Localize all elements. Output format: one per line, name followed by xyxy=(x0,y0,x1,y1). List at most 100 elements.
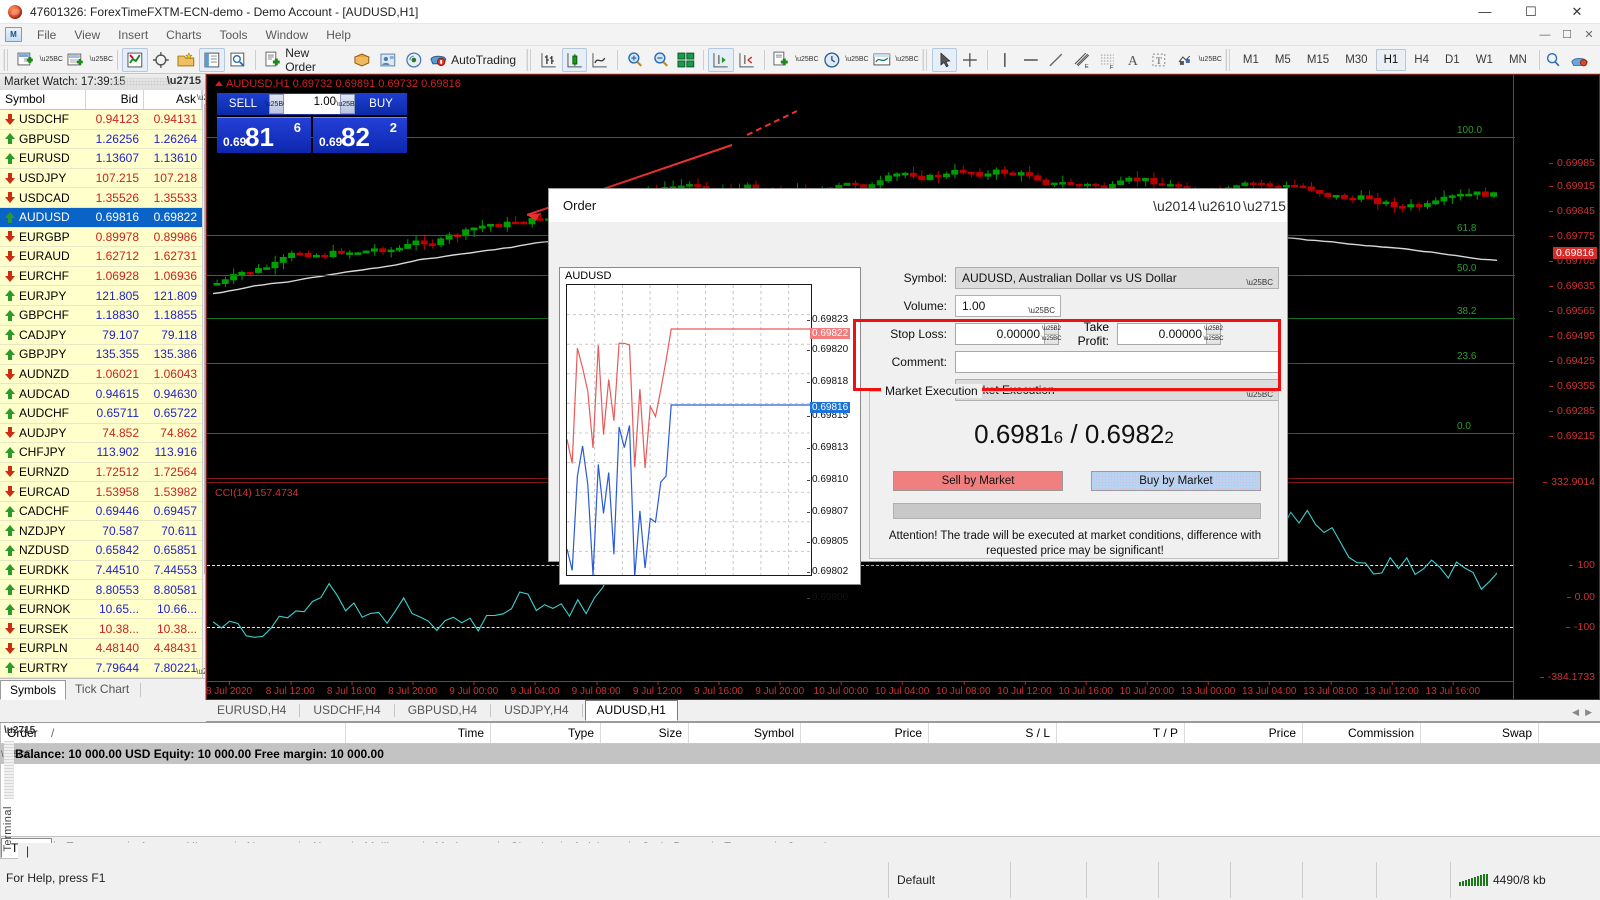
market-watch-row[interactable]: EURJPY121.805121.809 xyxy=(0,286,202,306)
market-watch-row[interactable]: EURGBP0.899780.89986 xyxy=(0,228,202,248)
order-minimize-button[interactable]: \u2014 xyxy=(1152,189,1197,223)
terminal-grip[interactable] xyxy=(4,741,14,799)
terminal-close-icon[interactable]: \u2715 xyxy=(4,725,35,736)
cursor-button[interactable] xyxy=(932,48,958,72)
order-maximize-button[interactable]: \u2610 xyxy=(1197,189,1242,223)
volume-increase-icon[interactable]: \u25B2 xyxy=(340,94,355,114)
menu-item-charts[interactable]: Charts xyxy=(157,25,210,45)
bar-chart-button[interactable] xyxy=(536,48,562,72)
chevron-down-icon[interactable]: \u25BC xyxy=(1246,275,1273,290)
tile-windows-button[interactable] xyxy=(673,48,699,72)
market-watch-row[interactable]: AUDNZD1.060211.06043 xyxy=(0,365,202,385)
history-center-button[interactable] xyxy=(349,48,375,72)
market-watch-row[interactable]: AUDCAD0.946150.94630 xyxy=(0,384,202,404)
periods-dropdown[interactable]: \u25BC xyxy=(845,56,868,63)
timeframe-m15[interactable]: M15 xyxy=(1299,49,1337,71)
stop-loss-input[interactable]: 0.00000 xyxy=(955,323,1045,345)
menu-item-view[interactable]: View xyxy=(65,25,109,45)
timeframe-h1[interactable]: H1 xyxy=(1376,49,1407,71)
market-watch-row[interactable]: EURNZD1.725121.72564 xyxy=(0,463,202,483)
order-dialog[interactable]: Order \u2014 \u2610 \u2715 AUDUSD 0.6982… xyxy=(548,188,1288,562)
data-window-button[interactable] xyxy=(148,48,174,72)
signals-button[interactable] xyxy=(401,48,427,72)
market-watch-row[interactable]: EURAUD1.627121.62731 xyxy=(0,247,202,267)
market-watch-row[interactable]: CADJPY79.10779.118 xyxy=(0,326,202,346)
market-watch-row[interactable]: EURCAD1.539581.53982 xyxy=(0,482,202,502)
take-profit-stepper[interactable]: \u25B2\u25BC xyxy=(1207,323,1221,345)
new-order-button[interactable]: New Order xyxy=(260,48,350,72)
profiles-button[interactable] xyxy=(63,48,89,72)
market-watch-row[interactable]: AUDCHF0.657110.65722 xyxy=(0,404,202,424)
market-watch-row[interactable]: EURCHF1.069281.06936 xyxy=(0,267,202,287)
market-watch-row[interactable]: GBPCHF1.188301.18855 xyxy=(0,306,202,326)
chart-tabs-scroll-left-icon[interactable]: ◀ xyxy=(1572,707,1579,718)
new-chart-dropdown[interactable]: \u25BC xyxy=(40,56,63,63)
menu-item-help[interactable]: Help xyxy=(317,25,360,45)
take-profit-input[interactable]: 0.00000 xyxy=(1117,323,1207,345)
window-close-button[interactable]: ✕ xyxy=(1554,0,1600,24)
column-swap[interactable]: Swap xyxy=(1421,723,1539,743)
chevron-down-icon-volume[interactable]: \u25BC xyxy=(1028,303,1055,318)
chart-tab-usdchf-h4[interactable]: USDCHF,H4 xyxy=(302,701,391,721)
timeframe-m5[interactable]: M5 xyxy=(1267,49,1299,71)
column-sl[interactable]: S / L xyxy=(929,723,1057,743)
zoom-in-button[interactable] xyxy=(622,48,648,72)
terminal-command-input[interactable]: | xyxy=(18,843,1600,859)
market-watch-row[interactable]: NZDUSD0.658420.65851 xyxy=(0,541,202,561)
market-watch-row[interactable]: USDCHF0.941230.94131 xyxy=(0,110,202,130)
timeframe-m30[interactable]: M30 xyxy=(1337,49,1375,71)
column-profit[interactable]: Profit xyxy=(1539,723,1600,743)
terminal-button[interactable] xyxy=(199,48,225,72)
autotrading-button[interactable]: AutoTrading xyxy=(426,48,523,72)
status-connection[interactable]: 4490/8 kb xyxy=(1450,862,1600,898)
candlestick-button[interactable] xyxy=(562,48,588,72)
tab-symbols[interactable]: Symbols xyxy=(0,680,66,700)
timeframe-h4[interactable]: H4 xyxy=(1406,49,1437,71)
shapes-dropdown[interactable]: \u25BC xyxy=(1199,56,1222,63)
auto-scroll-button[interactable] xyxy=(708,48,734,72)
column-commission[interactable]: Commission xyxy=(1303,723,1421,743)
order-close-button[interactable]: \u2715 xyxy=(1242,189,1287,223)
toolbar-grip[interactable] xyxy=(3,49,10,71)
column-order[interactable]: Order / xyxy=(1,723,346,743)
one-click-trading-panel[interactable]: SELL \u25BC 1.00 \u25B2 BUY 0.69 81 6 0.… xyxy=(217,93,407,153)
crosshair-tool-button[interactable] xyxy=(957,48,983,72)
search-icon[interactable] xyxy=(1544,51,1562,69)
trend-line-button[interactable] xyxy=(1043,48,1069,72)
timeframe-w1[interactable]: W1 xyxy=(1468,49,1501,71)
market-watch-row[interactable]: CHFJPY113.902113.916 xyxy=(0,443,202,463)
column-time[interactable]: Time xyxy=(346,723,491,743)
stop-loss-stepper[interactable]: \u25B2\u25BC xyxy=(1045,323,1059,345)
column-type[interactable]: Type xyxy=(491,723,601,743)
vertical-line-button[interactable] xyxy=(992,48,1018,72)
horizontal-line-button[interactable] xyxy=(1018,48,1044,72)
price-axis[interactable]: 0.699850.699150.698450.697750.697050.696… xyxy=(1513,75,1599,699)
market-watch-row[interactable]: EURSEK10.38...10.38... xyxy=(0,619,202,639)
column-tp[interactable]: T / P xyxy=(1057,723,1185,743)
column-price-close[interactable]: Price xyxy=(1185,723,1303,743)
scrollbar-thumb[interactable] xyxy=(204,104,206,574)
market-watch-row[interactable]: EURDKK7.445107.44553 xyxy=(0,561,202,581)
toolbar-grip-2[interactable] xyxy=(526,49,533,71)
column-header-bid[interactable]: Bid xyxy=(86,90,144,109)
templates-button[interactable] xyxy=(869,48,895,72)
symbol-select[interactable]: AUDUSD, Australian Dollar vs US Dollar \… xyxy=(955,267,1279,289)
market-watch-row[interactable]: GBPUSD1.262561.26264 xyxy=(0,130,202,150)
mqid-button[interactable] xyxy=(375,48,401,72)
market-watch-row[interactable]: USDCAD1.355261.35533 xyxy=(0,188,202,208)
scroll-up-icon[interactable]: \u25B2 xyxy=(203,90,206,104)
panel-grip[interactable] xyxy=(112,78,172,86)
comment-input[interactable] xyxy=(955,351,1279,373)
market-watch-row[interactable]: AUDUSD0.698160.69822 xyxy=(0,208,202,228)
mdi-minimize-button[interactable]: — xyxy=(1534,25,1556,45)
text-button[interactable]: A xyxy=(1120,48,1146,72)
periods-button[interactable] xyxy=(819,48,845,72)
menu-item-tools[interactable]: Tools xyxy=(211,25,257,45)
buy-by-market-button[interactable]: Buy by Market xyxy=(1091,471,1261,491)
market-watch-row[interactable]: USDJPY107.215107.218 xyxy=(0,169,202,189)
label-button[interactable]: T xyxy=(1146,48,1172,72)
indicators-dropdown[interactable]: \u25BC xyxy=(795,56,818,63)
column-symbol[interactable]: Symbol xyxy=(689,723,801,743)
oneclick-buy-price-button[interactable]: 0.69 82 2 xyxy=(313,117,407,153)
account-summary-row[interactable]: \u25CE Balance: 10 000.00 USD Equity: 10… xyxy=(1,744,1600,764)
